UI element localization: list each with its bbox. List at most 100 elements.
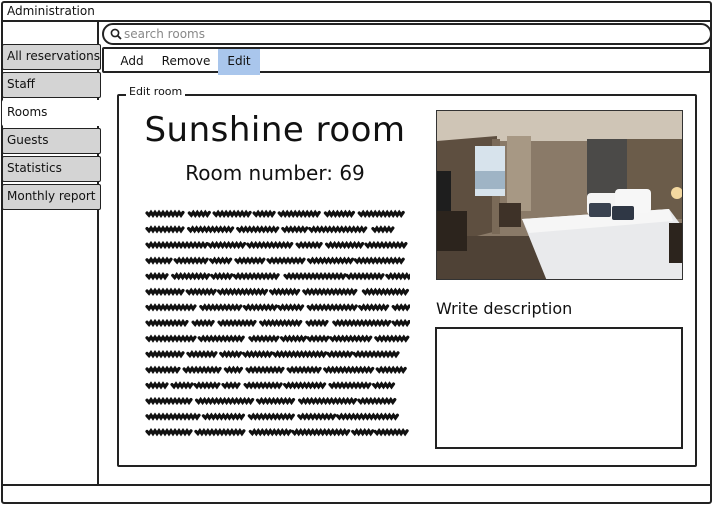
scribble-word [236,225,280,234]
scribble-word [281,225,309,234]
scribble-word [247,412,295,421]
status-bar-divider [2,484,711,486]
scribble-word [277,209,321,218]
scribble-word [259,318,303,328]
sidebar-item-all-reservations[interactable]: All reservations [2,44,101,70]
scribble-word [385,272,410,281]
scribble-word [145,287,185,296]
scribble-word [252,209,276,218]
sidebar-item-label: All reservations [7,49,101,63]
scribble-word [185,287,217,296]
scribble-word [145,209,185,218]
scribble-word [323,365,375,374]
scribble-word [335,412,399,421]
scribble-word [245,365,285,374]
scribble-word [358,303,390,312]
sidebar-item-statistics[interactable]: Statistics [2,156,101,182]
scribble-word [234,256,266,265]
scribble-word [302,287,358,296]
toolbar: Add Remove Edit [102,47,711,75]
scribble-word [248,334,280,343]
scribble-word [323,209,355,218]
scribble-word [145,412,201,421]
add-button-label: Add [120,54,144,68]
scribble-word [186,350,218,359]
scribble-word [305,318,329,328]
scribble-word [272,350,328,359]
scribble-word [371,225,395,234]
scribble-word [357,209,405,218]
scribble-word [194,428,246,437]
scribble-word [170,381,194,390]
scribble-word [295,240,323,250]
sidebar-item-rooms[interactable]: Rooms [2,100,101,126]
scribble-word [283,272,347,281]
remove-button-label: Remove [161,54,211,68]
scribble-word [199,303,243,312]
room-name: Sunshine room [144,110,406,150]
scribble-word [352,350,400,359]
description-textarea[interactable] [435,327,683,449]
scribble-word [145,350,185,359]
sidebar-item-label: Guests [7,133,49,147]
scribble-word [361,287,409,296]
scribble-word [210,272,234,281]
remove-button[interactable]: Remove [156,49,216,75]
scribble-word [306,334,330,343]
sidebar-item-label: Staff [7,77,35,91]
scribble-word [191,318,215,328]
scribble-word [145,318,189,328]
scribble-word [374,334,410,343]
description-label: Write description [436,299,573,318]
window-title: Administration [7,4,95,18]
scribble-word [391,318,410,328]
scribble-word [329,334,373,343]
scribble-word [171,272,211,281]
scribble-word [353,256,405,265]
scribble-word [291,428,351,437]
sidebar-item-staff[interactable]: Staff [2,72,101,98]
scribble-word [145,381,169,390]
scribble-word [145,428,193,437]
scribble-word [325,240,365,250]
sidebar-item-monthly-report[interactable]: Monthly report [2,184,101,210]
scribble-word [357,396,397,406]
search-icon [110,28,122,40]
room-photo [436,110,683,280]
sidebar-item-label: Rooms [7,105,48,119]
scribble-word [195,396,255,406]
scribble-word [266,256,306,265]
scribble-word [332,318,392,328]
panel-legend: Edit room [126,85,186,98]
scribble-word [145,334,197,343]
room-number: Room number: 69 [185,161,365,185]
scribble-word [241,350,274,359]
sidebar-item-label: Statistics [7,161,62,175]
scribble-word [364,240,408,250]
edit-button[interactable]: Edit [218,49,260,75]
add-button[interactable]: Add [110,49,154,75]
search-input[interactable] [124,25,694,43]
scribble-word [212,209,252,218]
scribble-word [232,272,280,281]
scribble-word [297,412,337,421]
scribble-word [298,396,358,406]
scribble-word [326,350,354,359]
scribble-word [207,240,247,250]
scribble-word [243,381,283,390]
scribble-word [187,209,211,218]
scribble-word [216,287,269,296]
scribble-word [328,381,372,390]
scribble-word [145,225,185,234]
scribble-word [193,381,221,390]
edit-button-label: Edit [227,54,251,68]
scribble-word [375,365,407,374]
scribble-word [246,240,294,250]
sidebar-item-guests[interactable]: Guests [2,128,101,154]
hotel-room-image [437,111,682,279]
scribble-word [209,256,233,265]
sidebar-item-label: Monthly report [7,189,96,203]
scribble-word [345,272,385,281]
scribble-word [145,272,169,281]
scribble-word [308,225,368,234]
